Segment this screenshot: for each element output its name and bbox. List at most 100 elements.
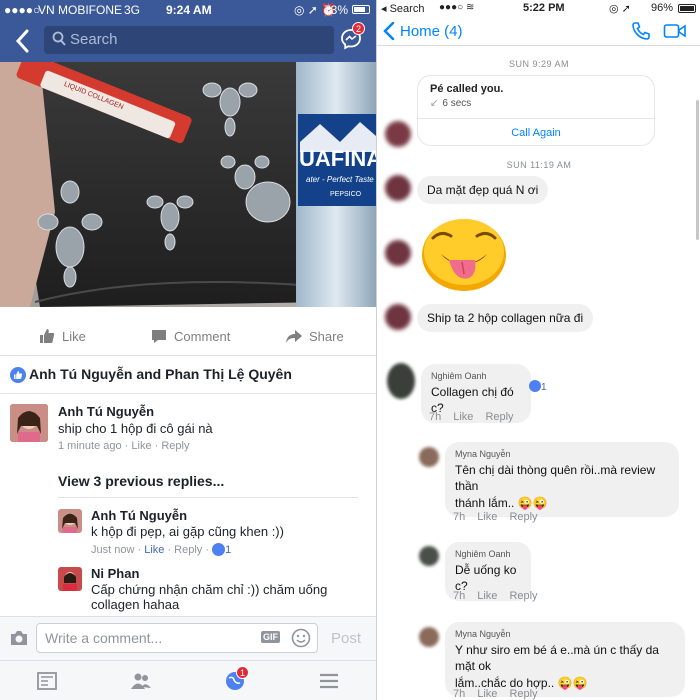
call-title: Pé called you. — [430, 83, 504, 95]
bottom-tab-bar: 1 — [0, 660, 376, 700]
share-label: Share — [309, 329, 344, 344]
chevron-left-icon — [383, 22, 395, 40]
sticker-icon[interactable] — [291, 628, 311, 648]
comment-text-line: thánh lắm.. — [455, 495, 515, 510]
battery-icon — [352, 5, 370, 14]
avatar[interactable] — [10, 404, 48, 442]
call-again-button[interactable]: Call Again — [418, 127, 654, 139]
divider — [58, 497, 358, 498]
comment-like-link[interactable]: Like — [477, 590, 497, 602]
avatar[interactable] — [419, 447, 439, 467]
clock: 5:22 PM — [523, 2, 565, 14]
news-feed-icon[interactable] — [36, 670, 58, 692]
photo-bottle-brand: UAFINA — [299, 146, 376, 171]
camera-icon[interactable] — [9, 630, 29, 646]
search-input[interactable]: Search — [44, 26, 334, 54]
comment-reply-link[interactable]: Reply — [485, 411, 513, 423]
divider — [418, 118, 654, 119]
missed-call-card: Pé called you. ↙ 6 secs Call Again — [417, 75, 655, 146]
comment-icon — [152, 330, 166, 343]
carrier-label: VN MOBIFONE — [38, 3, 123, 17]
comment-input[interactable]: Write a comment... GIF — [36, 623, 318, 653]
battery-label: 73% — [324, 3, 349, 17]
comment-like-link[interactable]: Like — [131, 440, 151, 452]
scrollbar[interactable] — [696, 100, 699, 240]
contact-avatar[interactable] — [385, 304, 411, 330]
comment-reply-link[interactable]: Reply — [509, 590, 537, 602]
post-button[interactable]: Post — [331, 630, 361, 647]
reply-author[interactable]: Anh Tú Nguyễn — [91, 508, 371, 523]
reply-author[interactable]: Ni Phan — [91, 566, 371, 581]
comment-composer: Write a comment... GIF Post — [0, 616, 376, 660]
gif-button[interactable]: GIF — [261, 631, 280, 643]
signal-dots: ●●●○ ≋ — [439, 2, 475, 13]
comment-author[interactable]: Myna Nguyễn — [455, 448, 669, 460]
incoming-call-icon: ↙ — [430, 98, 439, 109]
comment-reply-link[interactable]: Reply — [161, 440, 189, 452]
network-label: 3G — [124, 3, 141, 17]
comment-time: 7h — [453, 688, 466, 700]
back-icon[interactable] — [12, 28, 34, 54]
notifications-badge: 1 — [236, 666, 249, 679]
clock: 9:24 AM — [166, 3, 212, 17]
avatar[interactable] — [419, 546, 439, 566]
menu-icon[interactable] — [318, 670, 340, 692]
video-call-icon[interactable] — [663, 22, 687, 40]
comment-actions: 7h Like Reply — [429, 411, 526, 423]
likers-summary[interactable]: Anh Tú Nguyễn and Phan Thị Lệ Quyên — [10, 366, 370, 386]
comment-text: Dễ uống ko c? — [455, 563, 517, 594]
avatar[interactable] — [419, 627, 439, 647]
post-photo[interactable]: LIQUID COLLAGEN UAFINA ater - Perfect Ta… — [0, 62, 376, 307]
view-previous-replies-link[interactable]: View 3 previous replies... — [58, 473, 224, 489]
comment-reply-link[interactable]: Reply — [509, 511, 537, 523]
like-icon — [529, 380, 541, 392]
thumbs-up-icon — [40, 329, 55, 343]
divider — [0, 393, 376, 394]
comment-placeholder: Write a comment... — [45, 630, 163, 646]
comment-author[interactable]: Anh Tú Nguyễn — [58, 404, 368, 419]
comment-author[interactable]: Myna Nguyễn — [455, 628, 675, 640]
reply-text-line: Cấp chứng nhận chăm chỉ :)) chăm uống — [91, 582, 328, 597]
comment-author[interactable]: Nghiêm Oanh — [431, 370, 521, 382]
emoji: 😜😜 — [557, 675, 588, 690]
tongue-out-emoji-sticker[interactable] — [419, 216, 509, 294]
post-photo-image: LIQUID COLLAGEN UAFINA ater - Perfect Ta… — [0, 62, 376, 307]
friends-icon[interactable] — [130, 670, 152, 692]
contact-avatar[interactable] — [385, 240, 411, 266]
comment-like-link[interactable]: Like — [477, 688, 497, 700]
reply-like-count: 1 — [225, 544, 232, 556]
signal-dots: ●●●●○ — [4, 3, 41, 17]
message-bubble[interactable]: Ship ta 2 hộp collagen nữa đi — [417, 304, 594, 333]
comment-text-line: Y như siro em bé á e..mà ún c thấy da mặ… — [455, 643, 659, 674]
reply-time: Just now — [91, 544, 135, 556]
likers-names: Anh Tú Nguyễn and Phan Thị Lệ Quyên — [29, 366, 292, 382]
battery-label: 96% — [651, 2, 674, 14]
reply-text: k hộp đi pẹp, ai gặp cũng khen :)) — [91, 524, 284, 539]
comment-actions: 7h Like Reply — [453, 511, 550, 523]
comment-time: 7h — [453, 590, 466, 602]
comment-like-link[interactable]: Like — [477, 511, 497, 523]
reply-like-link[interactable]: Like — [144, 544, 164, 556]
phone-icon[interactable] — [631, 21, 651, 41]
messenger-badge: 2 — [352, 22, 365, 35]
comment-time: 1 minute ago — [58, 440, 122, 452]
comment-like-link[interactable]: Like — [453, 411, 473, 423]
comment-author[interactable]: Nghiêm Oanh — [455, 548, 521, 560]
emoji: 😜😜 — [517, 495, 548, 510]
avatar[interactable] — [58, 567, 82, 591]
back-to-app[interactable]: ◂ Search — [381, 2, 424, 15]
photo-bottle-maker: PEPSICO — [330, 191, 362, 198]
comment-actions: 7h Like Reply — [453, 688, 550, 700]
facebook-post-screen: ●●●●○ VN MOBIFONE 3G 9:24 AM ◎ ➚ ⏰ 73% S… — [0, 0, 376, 700]
status-icons: ◎ ➚ — [609, 3, 631, 15]
status-bar: ◂ Search ●●●○ ≋ 5:22 PM ◎ ➚ 96% — [377, 0, 700, 16]
share-icon — [286, 330, 302, 343]
reply-reply-link[interactable]: Reply — [174, 544, 202, 556]
comment-reply-link[interactable]: Reply — [509, 688, 537, 700]
contact-avatar[interactable] — [385, 121, 411, 147]
avatar[interactable] — [58, 509, 82, 533]
avatar[interactable] — [387, 363, 415, 399]
battery-icon — [678, 4, 696, 13]
message-bubble[interactable]: Da mặt đẹp quá N ơi — [417, 176, 549, 205]
contact-avatar[interactable] — [385, 175, 411, 201]
